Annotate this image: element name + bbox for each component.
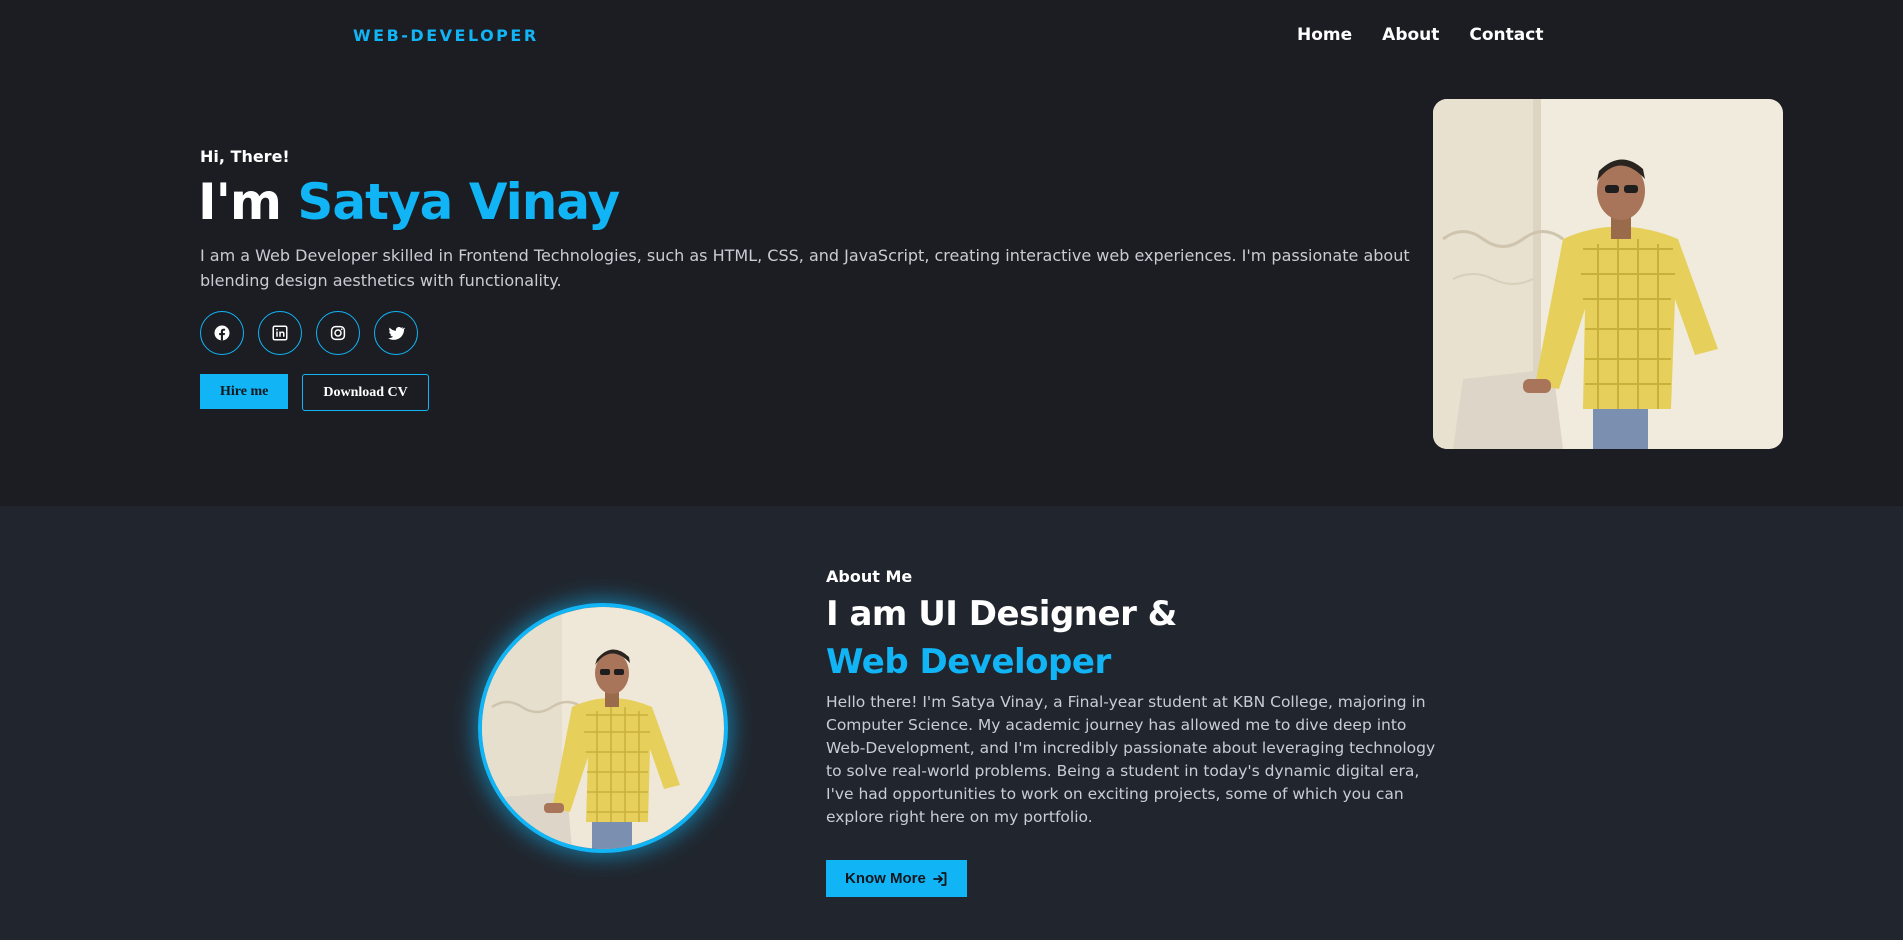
- hero-title: I'm Satya Vinay: [198, 173, 620, 231]
- download-cv-button[interactable]: Download CV: [302, 374, 429, 411]
- site-logo[interactable]: WEB-DEVELOPER: [353, 26, 539, 45]
- hero-section: Hi, There! I'm Satya Vinay I am a Web De…: [0, 74, 1903, 506]
- facebook-link[interactable]: [200, 311, 244, 355]
- hire-me-button[interactable]: Hire me: [200, 374, 289, 409]
- nav-link-home[interactable]: Home: [1297, 25, 1352, 45]
- instagram-icon: [330, 325, 346, 341]
- social-links: [200, 311, 418, 355]
- about-title-line2: Web Developer: [826, 642, 1111, 682]
- about-profile-photo: [478, 603, 728, 853]
- twitter-icon: [388, 326, 405, 340]
- instagram-link[interactable]: [316, 311, 360, 355]
- nav-link-contact[interactable]: Contact: [1469, 25, 1543, 45]
- hero-description: I am a Web Developer skilled in Frontend…: [200, 246, 1410, 290]
- hero-name: Satya Vinay: [297, 173, 620, 231]
- nav-link-about[interactable]: About: [1382, 25, 1439, 45]
- hero-title-prefix: I'm: [198, 173, 298, 231]
- hero-greeting: Hi, There!: [200, 147, 290, 166]
- linkedin-link[interactable]: [258, 311, 302, 355]
- about-description: Hello there! I'm Satya Vinay, a Final-ye…: [826, 693, 1436, 826]
- about-title-line1: I am UI Designer &: [826, 594, 1177, 634]
- know-more-label: Know More: [845, 870, 926, 887]
- know-more-button[interactable]: Know More: [826, 860, 967, 897]
- twitter-link[interactable]: [374, 311, 418, 355]
- hero-profile-photo: [1433, 99, 1783, 449]
- hero-buttons: Hire me Download CV: [200, 374, 429, 411]
- about-label: About Me: [826, 567, 913, 586]
- about-section: About Me I am UI Designer & Web Develope…: [0, 506, 1903, 940]
- linkedin-icon: [272, 325, 288, 341]
- arrow-right-to-bracket-icon: [932, 871, 947, 886]
- nav-links: Home About Contact: [1297, 25, 1543, 45]
- facebook-icon: [214, 325, 230, 341]
- top-navbar: WEB-DEVELOPER Home About Contact: [0, 0, 1903, 74]
